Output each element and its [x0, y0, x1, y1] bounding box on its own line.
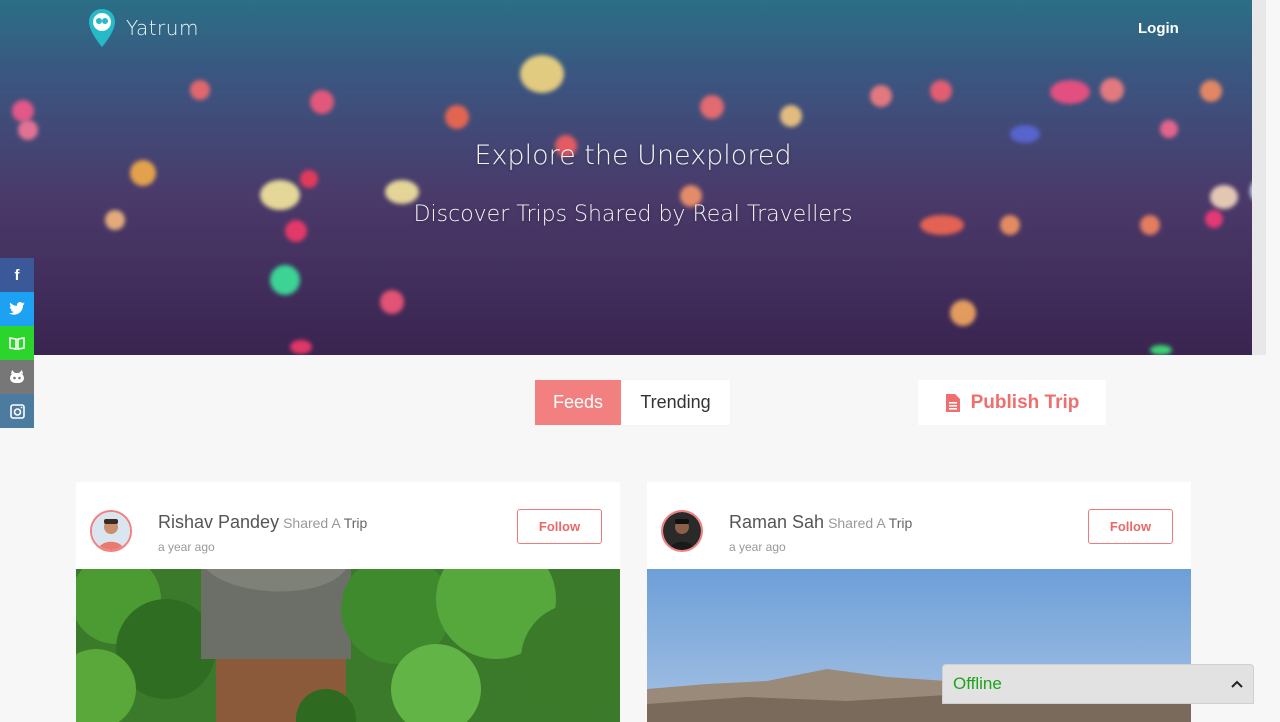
- social-sidebar: f: [0, 258, 34, 428]
- hero-subtitle: Discover Trips Shared by Real Travellers: [413, 202, 853, 227]
- avatar[interactable]: [661, 510, 703, 552]
- shared-label: Shared A: [828, 515, 886, 531]
- follow-button[interactable]: Follow: [1088, 509, 1173, 544]
- chat-status: Offline: [953, 674, 1002, 693]
- hero-title: Explore the Unexplored: [474, 140, 792, 171]
- publish-trip-button[interactable]: Publish Trip: [918, 380, 1106, 425]
- author-name[interactable]: Rishav Pandey: [158, 512, 279, 532]
- follow-button[interactable]: Follow: [517, 509, 602, 544]
- instagram-button[interactable]: [0, 394, 34, 428]
- card-header: Rishav Pandey Shared A Trip a year ago Fol…: [76, 482, 620, 569]
- trip-link[interactable]: Trip: [344, 515, 368, 531]
- instagram-icon: [9, 403, 25, 419]
- map-pin-icon: [89, 9, 115, 47]
- tab-feeds[interactable]: Feeds: [535, 380, 621, 425]
- trip-card: Rishav Pandey Shared A Trip a year ago Fol…: [76, 482, 620, 722]
- twitter-icon: [9, 302, 25, 315]
- book-button[interactable]: [0, 326, 34, 360]
- card-header: Raman Sah Shared A Trip a year ago Follow: [647, 482, 1191, 569]
- feed-tabs: Feeds Trending: [535, 380, 730, 425]
- tab-trending[interactable]: Trending: [621, 380, 730, 425]
- login-link[interactable]: Login: [1138, 20, 1179, 37]
- author-line: Rishav Pandey Shared A Trip: [158, 512, 367, 533]
- author-name[interactable]: Raman Sah: [729, 512, 824, 532]
- post-time: a year ago: [729, 540, 786, 554]
- twitter-button[interactable]: [0, 292, 34, 326]
- brand-name: Yatrum: [126, 16, 199, 40]
- hero-banner: [0, 0, 1266, 355]
- document-icon: [945, 393, 960, 412]
- scrollbar-track[interactable]: [1252, 0, 1266, 355]
- facebook-icon: f: [14, 266, 20, 284]
- chevron-up-icon[interactable]: [1231, 677, 1243, 691]
- brand-logo[interactable]: Yatrum: [88, 8, 199, 48]
- chat-widget[interactable]: Offline: [942, 664, 1254, 704]
- trip-link[interactable]: Trip: [889, 515, 913, 531]
- facebook-button[interactable]: f: [0, 258, 34, 292]
- shared-label: Shared A: [283, 515, 341, 531]
- publish-trip-label: Publish Trip: [970, 391, 1080, 413]
- trip-cover-image[interactable]: [76, 539, 620, 722]
- book-icon: [9, 337, 25, 350]
- post-time: a year ago: [158, 540, 215, 554]
- github-icon: [10, 370, 24, 383]
- author-line: Raman Sah Shared A Trip: [729, 512, 912, 533]
- github-button[interactable]: [0, 360, 34, 394]
- avatar[interactable]: [90, 510, 132, 552]
